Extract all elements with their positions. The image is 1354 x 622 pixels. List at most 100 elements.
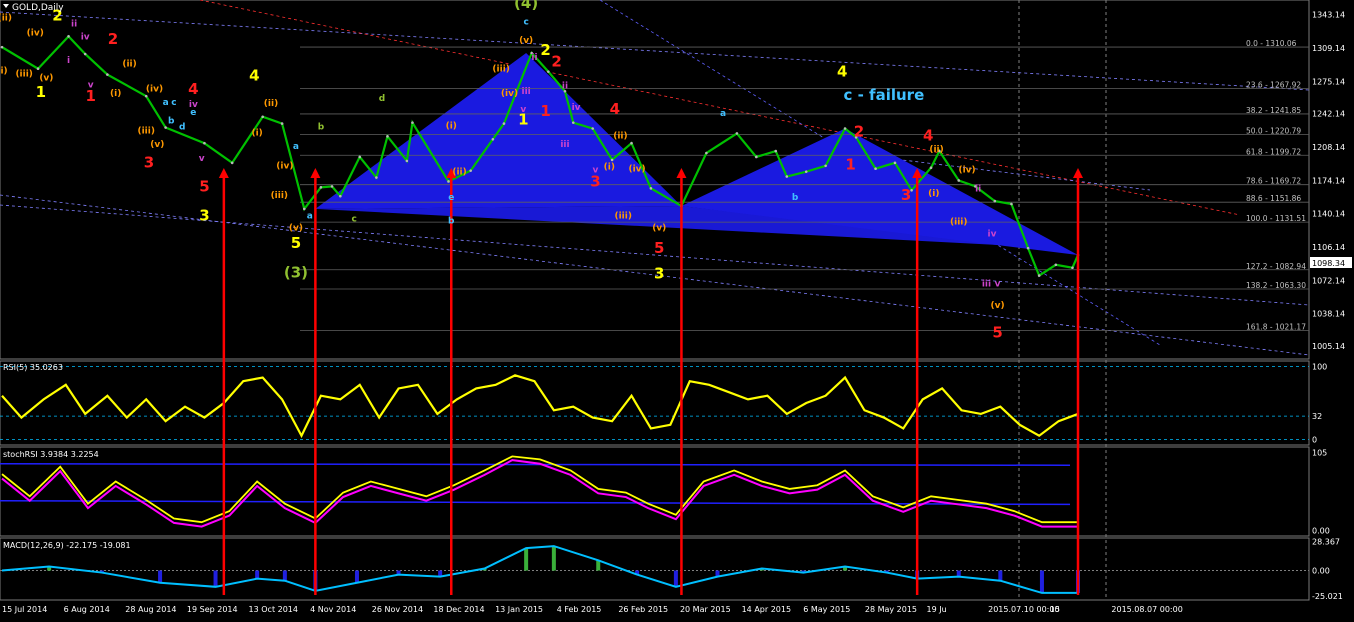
price-point — [957, 179, 961, 182]
wave-label: (ii) — [264, 99, 278, 109]
wave-label: 1 — [86, 87, 96, 105]
wave-label: b — [448, 217, 455, 227]
wave-label: i — [67, 56, 70, 66]
macd-histogram-bar — [551, 546, 556, 571]
y-tick-label: 1208.14 — [1312, 143, 1345, 152]
wave-label: 1 — [518, 111, 528, 129]
wave-label: (i) — [928, 189, 939, 199]
price-point — [1071, 266, 1074, 270]
y-tick-label: 1106.14 — [1312, 243, 1345, 252]
price-point — [1054, 263, 1058, 267]
macd-histogram-bar — [282, 570, 287, 581]
x-tick-label: 26 Nov 2014 — [372, 605, 423, 614]
y-tick-label: 0.00 — [1312, 567, 1330, 576]
price-point — [491, 137, 495, 141]
fib-level-label: 50.0 - 1220.79 — [1246, 127, 1301, 136]
price-point — [649, 187, 653, 190]
y-tick-label: 0 — [1312, 435, 1317, 444]
macd-histogram-bar — [255, 570, 260, 579]
wave-label: (iii) — [15, 70, 32, 80]
trading-chart[interactable]: 0.0 - 1310.06 23.6 - 1267.92 38.2 - 1241.8… — [0, 0, 1354, 618]
price-point — [843, 127, 847, 130]
y-tick-label: 28.367 — [1312, 538, 1340, 547]
current-price-marker: 1098.34 — [1310, 257, 1352, 268]
x-tick-label: 2015.08.07 00:00 — [1111, 605, 1182, 614]
macd-histogram-bar — [1039, 570, 1044, 593]
wave-label: c — [171, 98, 176, 108]
wave-label: ii — [975, 184, 981, 194]
fib-level-label: 78.6 - 1169.72 — [1246, 177, 1301, 186]
wave-label: b — [318, 122, 325, 132]
wave-label: (v) — [652, 223, 666, 233]
price-point — [405, 159, 409, 163]
price-point — [610, 158, 614, 162]
wave-label: (ii) — [122, 60, 136, 70]
wave-label: 4 — [923, 126, 933, 144]
wave-label: (iii) — [137, 126, 154, 136]
price-point — [203, 141, 206, 145]
wave-label: ii — [71, 20, 77, 30]
y-tick-label: 1309.14 — [1312, 44, 1345, 53]
x-tick-label: 28 Aug 2014 — [125, 605, 176, 614]
price-point — [1026, 246, 1030, 250]
wave-label: (ii) — [929, 145, 943, 155]
wave-label: (iii) — [950, 218, 967, 228]
fib-level-label: 100.0 - 1131.51 — [1246, 214, 1306, 223]
wave-label: iv — [572, 103, 581, 113]
price-point — [144, 94, 148, 98]
x-tick-label: 14 Apr 2015 — [742, 605, 791, 614]
x-tick-label: 13 Oct 2014 — [249, 605, 298, 614]
wave-label: 2 — [854, 122, 864, 140]
price-point — [547, 70, 550, 73]
wave-label: (i) — [251, 128, 262, 138]
wave-label: iv — [988, 229, 997, 239]
wave-label: (iv) — [628, 165, 645, 175]
y-tick-label: 1174.14 — [1312, 176, 1345, 185]
wave-label: 1 — [540, 102, 550, 120]
wave-label: 5 — [291, 234, 301, 252]
price-point — [755, 155, 758, 159]
wave-label: c — [352, 215, 357, 225]
wave-label: b — [168, 117, 175, 127]
price-point — [83, 52, 87, 56]
price-point — [386, 135, 389, 138]
wave-label: 1 — [845, 156, 855, 174]
y-tick-label: 1038.14 — [1312, 310, 1345, 319]
chart-header[interactable]: GOLD,Daily — [3, 3, 64, 13]
y-tick-label: 100 — [1312, 363, 1327, 372]
y-tick-label: 1242.14 — [1312, 110, 1345, 119]
fib-level-label: 23.6 - 1267.92 — [1246, 80, 1301, 89]
price-point — [106, 73, 109, 76]
price-point — [339, 194, 342, 198]
macd-histogram-bar — [158, 570, 163, 583]
x-tick-label: 6 May 2015 — [803, 605, 850, 614]
wave-label: 2 — [540, 41, 550, 59]
macd-histogram-bar — [524, 548, 529, 571]
wave-label: (iii) — [614, 212, 631, 222]
price-point — [571, 121, 575, 124]
wave-label: 5 — [199, 177, 209, 195]
wave-label: 2 — [108, 30, 118, 48]
wave-label: iii — [560, 140, 569, 150]
wave-label: 4 — [188, 80, 198, 98]
wave-label: 3 — [144, 154, 154, 172]
wave-label: 4 — [610, 100, 620, 118]
price-point — [330, 185, 334, 188]
wave-label: iv — [81, 32, 90, 42]
wave-label: (i) — [446, 122, 457, 132]
y-tick-label: 1140.14 — [1312, 210, 1345, 219]
x-tick-label: 26 Feb 2015 — [618, 605, 668, 614]
wave-label: iii — [522, 87, 531, 97]
price-point — [630, 141, 633, 145]
price-point — [302, 207, 306, 211]
price-point — [411, 121, 414, 124]
x-tick-label: 19 Sep 2014 — [187, 605, 238, 614]
wave-label: iii — [982, 279, 991, 289]
y-tick-label: 1072.14 — [1312, 276, 1345, 285]
wave-label: (iv) — [146, 84, 163, 94]
wave-label: ii — [562, 81, 568, 91]
wave-label: d — [379, 94, 385, 104]
wave-label: (iv) — [276, 162, 293, 172]
wave-label: (3) — [284, 264, 308, 282]
wave-label: 4 — [837, 63, 847, 81]
